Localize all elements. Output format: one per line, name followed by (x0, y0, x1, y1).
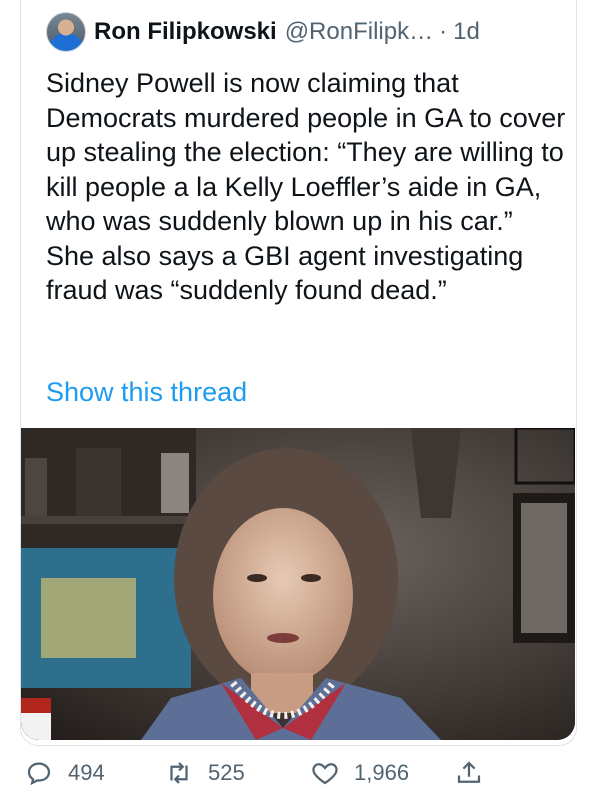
reply-button[interactable]: 494 (24, 755, 105, 791)
video-frame-image (21, 428, 575, 740)
author-name[interactable]: Ron Filipkowski (94, 18, 277, 46)
like-button[interactable]: 1,966 (310, 755, 409, 791)
retweet-button[interactable]: 525 (164, 755, 245, 791)
reply-icon (27, 762, 51, 786)
share-button[interactable] (454, 755, 484, 791)
tweet-timestamp[interactable]: 1d (453, 18, 480, 46)
retweet-count: 525 (208, 760, 245, 785)
share-icon (457, 761, 481, 783)
header-separator: · (439, 18, 448, 45)
like-icon (312, 763, 338, 785)
show-thread-link[interactable]: Show this thread (46, 377, 247, 408)
author-handle[interactable]: @RonFilipk… (285, 18, 433, 46)
like-count: 1,966 (354, 760, 410, 785)
tweet-text: Sidney Powell is now claiming that Democ… (46, 68, 566, 305)
retweet-icon (170, 762, 188, 784)
tweet-header: Ron Filipkowski @RonFilipk… · 1d (46, 12, 480, 52)
reply-count: 494 (68, 760, 105, 785)
tweet-actions-bar: 494 525 1,966 (24, 755, 584, 791)
author-avatar[interactable] (46, 12, 86, 52)
tweet-video-thumbnail[interactable] (21, 428, 575, 740)
